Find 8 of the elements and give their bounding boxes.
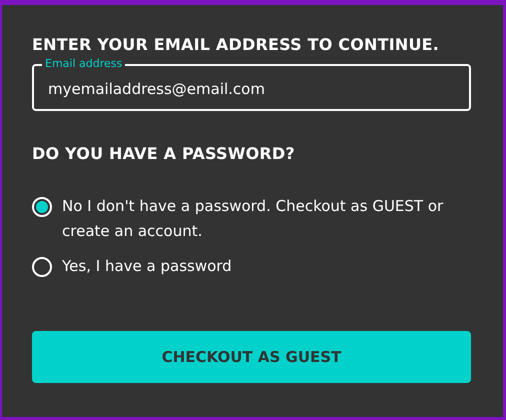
section-heading: ENTER YOUR EMAIL ADDRESS TO CONTINUE. bbox=[32, 35, 440, 54]
checkout-button[interactable]: CHECKOUT AS GUEST bbox=[32, 331, 471, 383]
option-label[interactable]: Yes, I have a password bbox=[62, 254, 232, 279]
section-heading: DO YOU HAVE A PASSWORD? bbox=[32, 144, 296, 163]
radio-button[interactable] bbox=[32, 197, 52, 217]
field-label: Email address bbox=[42, 58, 126, 69]
radio-button[interactable] bbox=[32, 257, 52, 277]
option-label[interactable]: No I don't have a password. Checkout as GUEST or create an account. bbox=[62, 194, 471, 244]
